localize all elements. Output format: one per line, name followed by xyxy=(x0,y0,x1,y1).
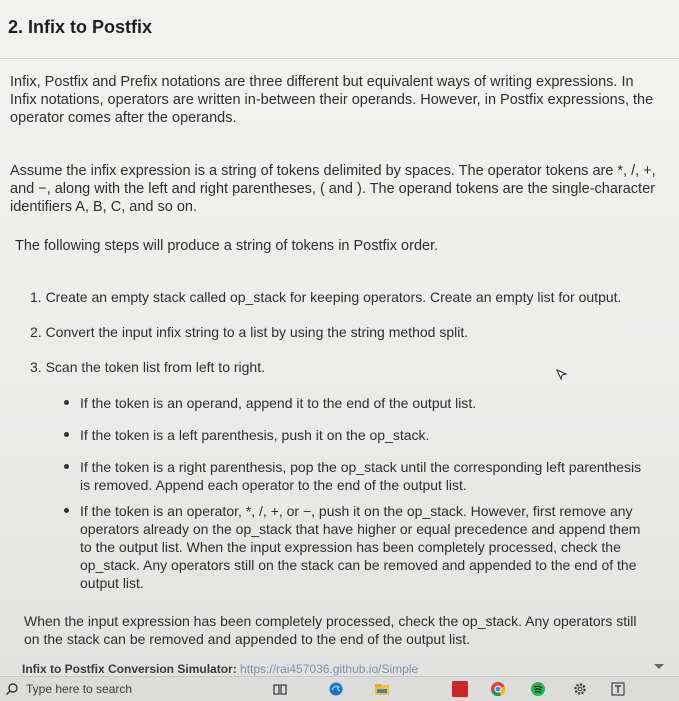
heading-bar: 2. Infix to Postfix xyxy=(0,0,679,59)
file-explorer-icon[interactable] xyxy=(374,681,390,697)
bullet-dot-icon xyxy=(64,400,69,405)
simulator-label: Infix to Postfix Conversion Simulator: xyxy=(22,662,237,676)
step-1: 1. Create an empty stack called op_stack… xyxy=(30,289,622,305)
bullet-dot-icon xyxy=(64,508,69,513)
mouse-cursor-icon xyxy=(556,369,568,381)
bullet-text: If the token is a right parenthesis, pop… xyxy=(80,459,642,493)
simulator-link[interactable]: https://rai457036.github.io/Simple xyxy=(240,662,418,676)
bullet-item: If the token is an operand, append it to… xyxy=(64,394,654,412)
taskbar-search-input[interactable]: Type here to search xyxy=(26,682,132,696)
step-2: 2. Convert the input infix string to a l… xyxy=(30,324,469,340)
section-heading: 2. Infix to Postfix xyxy=(8,17,153,37)
scroll-down-icon[interactable] xyxy=(654,664,664,669)
task-view-icon[interactable] xyxy=(272,681,288,697)
app-icon-2[interactable] xyxy=(610,681,626,697)
spotify-icon[interactable] xyxy=(530,681,546,697)
intro-paragraph: Infix, Postfix and Prefix notations are … xyxy=(10,74,654,126)
simulator-line: Infix to Postfix Conversion Simulator: h… xyxy=(22,662,418,676)
bullet-item: If the token is a left parenthesis, push… xyxy=(64,426,654,444)
edge-icon[interactable] xyxy=(328,681,344,697)
bullet-text: If the token is a left parenthesis, push… xyxy=(80,427,430,443)
bullet-text: If the token is an operand, append it to… xyxy=(80,395,477,411)
search-icon[interactable] xyxy=(5,682,19,696)
assume-paragraph: Assume the infix expression is a string … xyxy=(10,163,656,215)
taskbar: Type here to search xyxy=(0,676,679,701)
steps-intro-paragraph: The following steps will produce a strin… xyxy=(15,238,439,254)
chrome-icon[interactable] xyxy=(490,681,506,697)
settings-icon[interactable] xyxy=(572,681,588,697)
bullet-item: If the token is an operator, *, /, +, or… xyxy=(64,502,654,592)
closing-paragraph: When the input expression has been compl… xyxy=(24,613,637,647)
app-icon[interactable] xyxy=(452,681,468,697)
bullet-item: If the token is a right parenthesis, pop… xyxy=(64,458,654,494)
bullet-text: If the token is an operator, *, /, +, or… xyxy=(80,503,641,591)
bullet-dot-icon xyxy=(64,432,69,437)
bullet-dot-icon xyxy=(64,464,69,469)
document-page: 2. Infix to Postfix Infix, Postfix and P… xyxy=(0,0,679,676)
